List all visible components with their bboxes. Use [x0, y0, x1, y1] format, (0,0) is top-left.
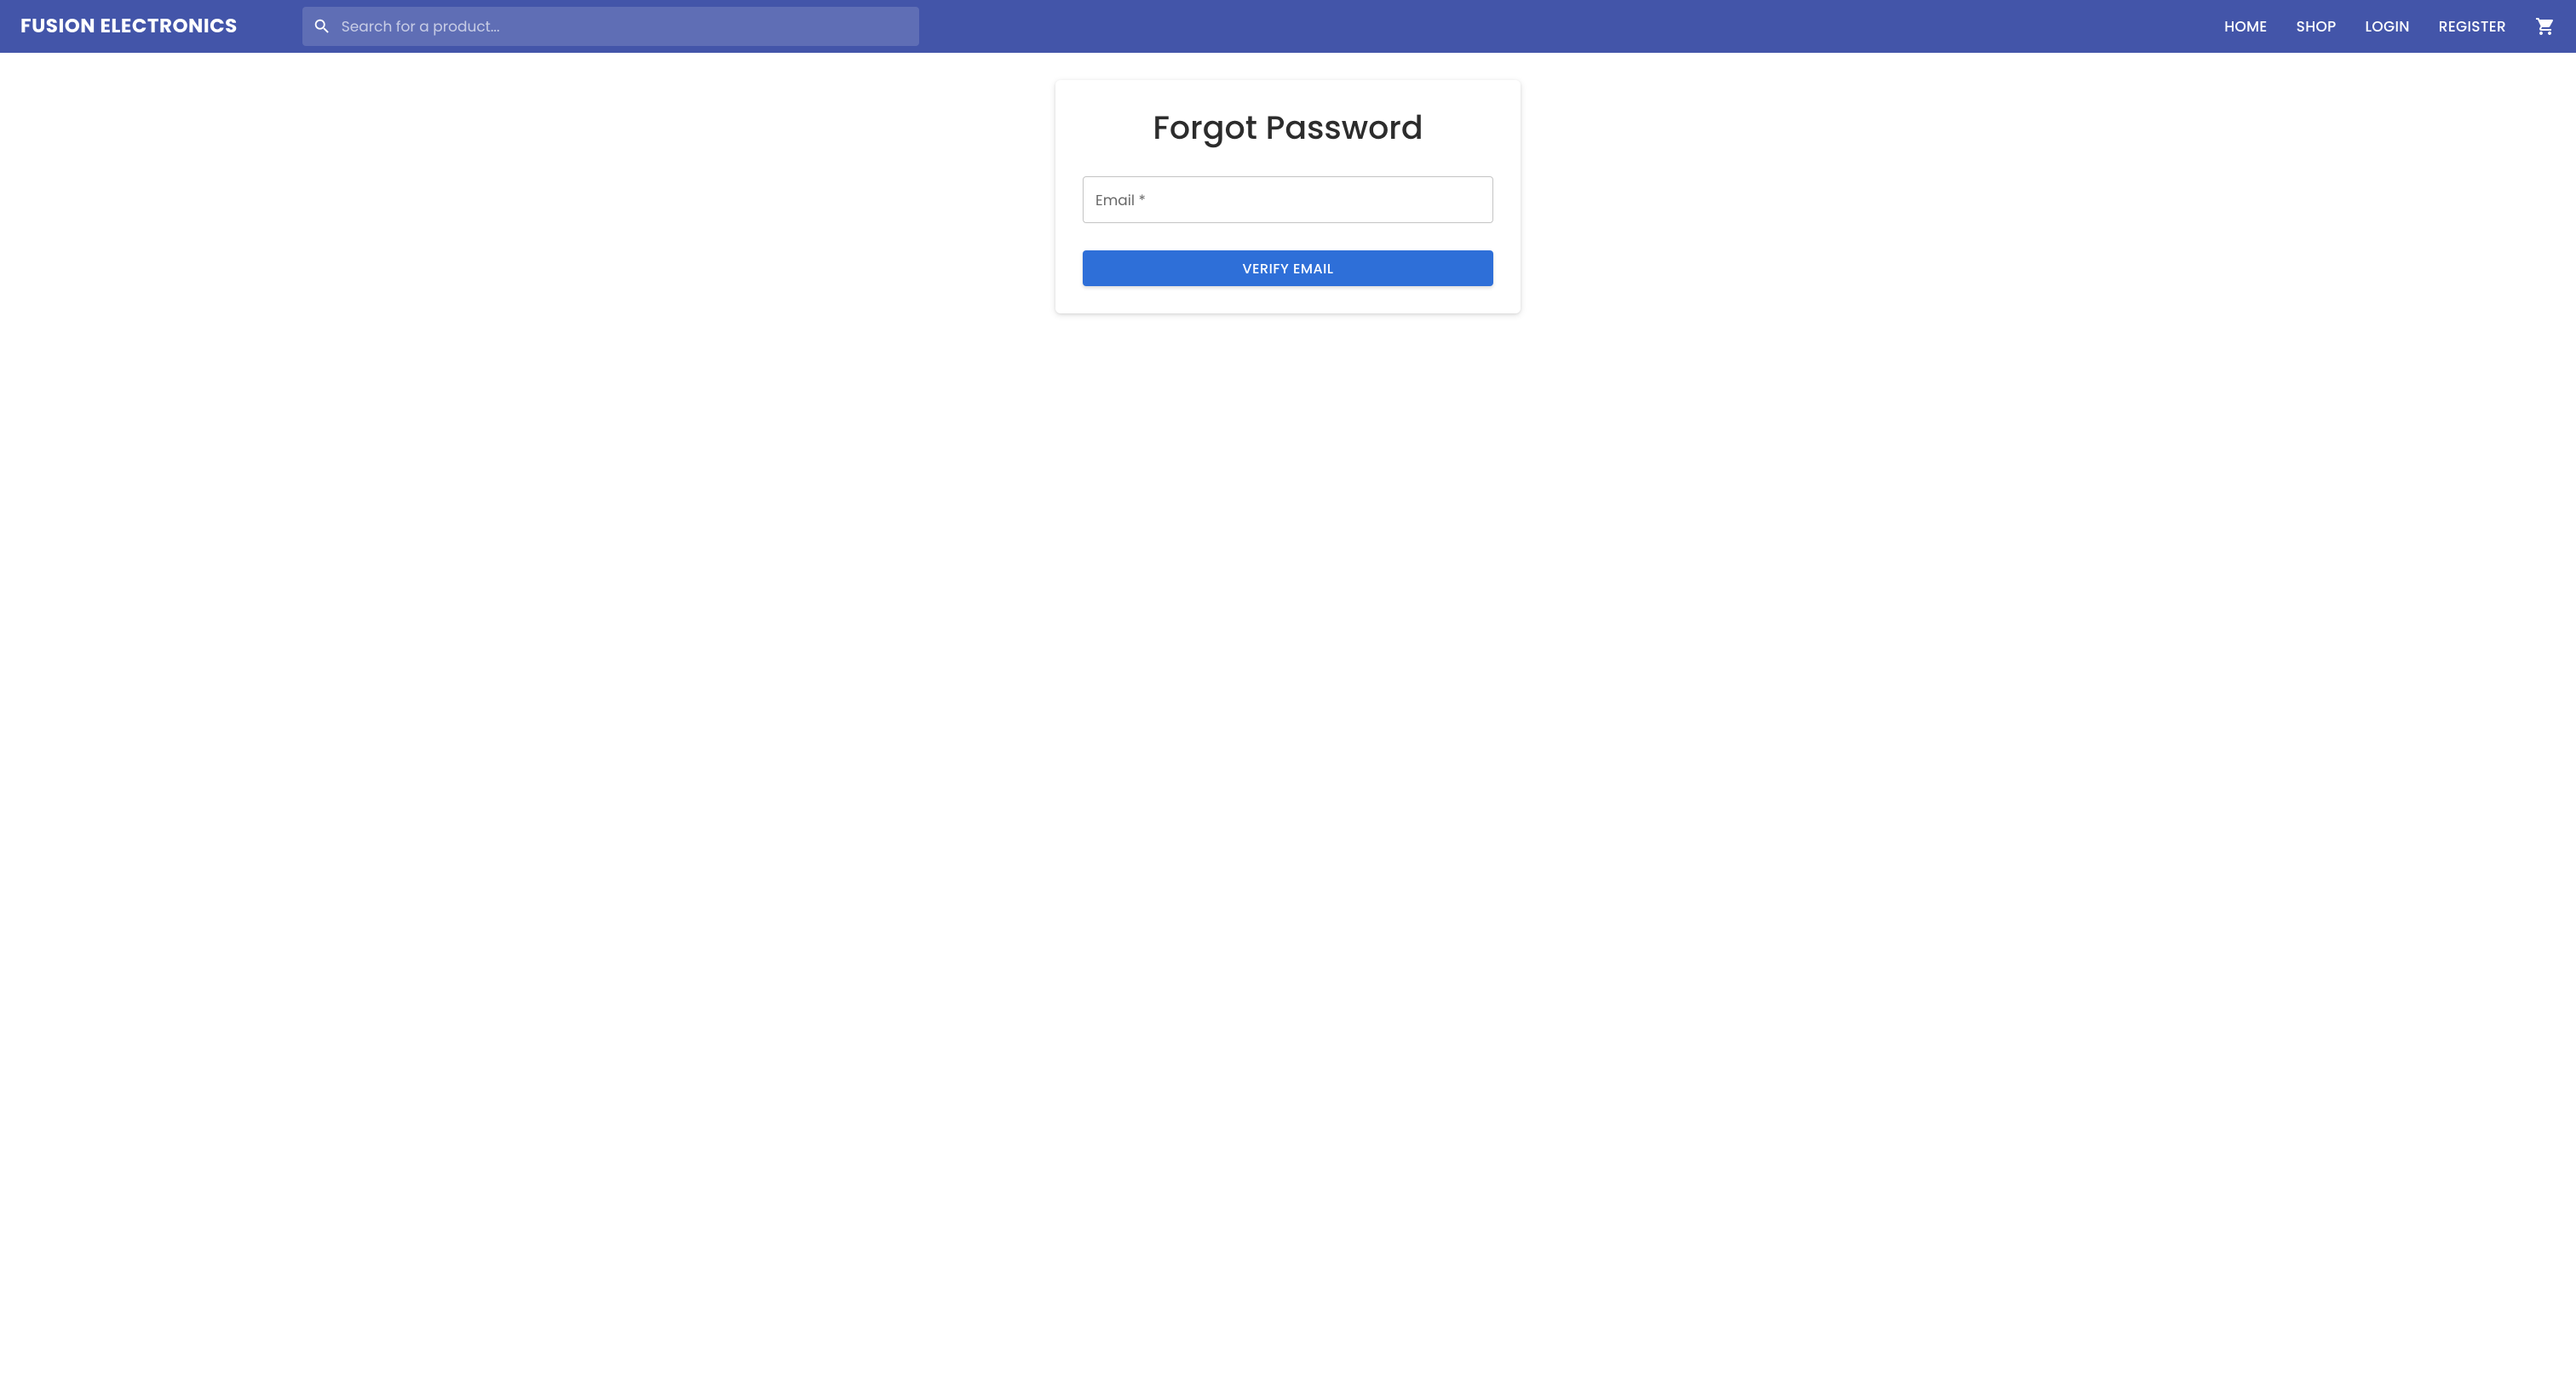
verify-email-button[interactable]: VERIFY EMAIL — [1083, 250, 1493, 286]
header: FUSION ELECTRONICS HOME SHOP LOGIN REGIS… — [0, 0, 2576, 53]
nav-home[interactable]: HOME — [2224, 15, 2267, 37]
forgot-password-card: Forgot Password Email * VERIFY EMAIL — [1055, 80, 1521, 313]
brand-logo[interactable]: FUSION ELECTRONICS — [20, 12, 238, 41]
card-title: Forgot Password — [1083, 104, 1493, 152]
search-input[interactable] — [331, 15, 909, 37]
search-wrapper[interactable] — [302, 7, 919, 46]
nav-register[interactable]: REGISTER — [2439, 15, 2506, 37]
main-content: Forgot Password Email * VERIFY EMAIL — [0, 53, 2576, 313]
cart-icon[interactable] — [2535, 16, 2556, 37]
email-field[interactable] — [1084, 177, 1492, 222]
nav-login[interactable]: LOGIN — [2366, 15, 2410, 37]
search-icon — [313, 17, 331, 36]
main-nav: HOME SHOP LOGIN REGISTER — [2224, 15, 2556, 37]
nav-shop[interactable]: SHOP — [2297, 15, 2337, 37]
email-input-wrapper[interactable]: Email * — [1083, 176, 1493, 223]
